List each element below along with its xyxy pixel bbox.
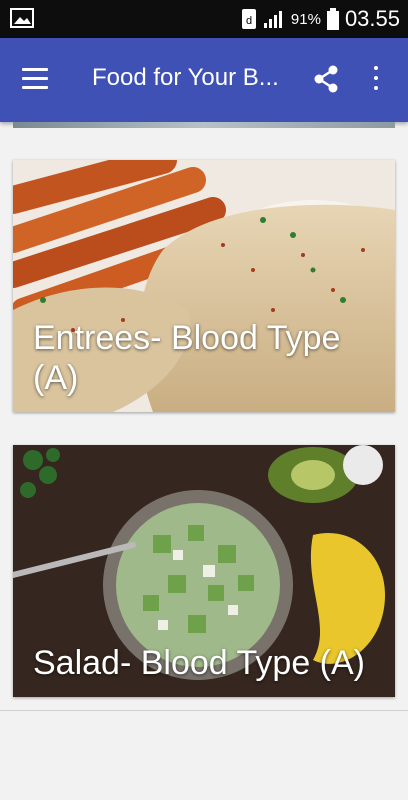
battery-percent: 91% — [290, 10, 321, 28]
clock: 03.55 — [344, 6, 400, 31]
more-options-icon[interactable] — [370, 66, 382, 94]
card-title: Entrees- Blood Type (A) — [33, 319, 341, 397]
battery-icon — [326, 8, 339, 30]
gallery-notification-icon — [10, 8, 34, 28]
status-bar: d 91% 03.55 — [0, 0, 408, 38]
menu-icon[interactable] — [22, 68, 48, 90]
data-saver-icon: d — [241, 9, 256, 29]
share-icon[interactable] — [312, 64, 340, 94]
app-bar: Food for Your B... — [0, 38, 408, 122]
recipe-list[interactable]: Entrees- Blood Type (A) Salad- Blood Typ… — [0, 122, 408, 800]
page-title: Food for Your B... — [92, 64, 279, 91]
svg-text:d: d — [246, 15, 252, 27]
signal-icon — [263, 11, 282, 28]
card-title: Salad- Blood Type (A) — [33, 644, 365, 682]
previous-card-edge[interactable] — [13, 122, 395, 128]
list-divider — [0, 710, 408, 711]
card-entrees[interactable]: Entrees- Blood Type (A) — [13, 160, 395, 412]
card-salad[interactable]: Salad- Blood Type (A) — [13, 445, 395, 697]
